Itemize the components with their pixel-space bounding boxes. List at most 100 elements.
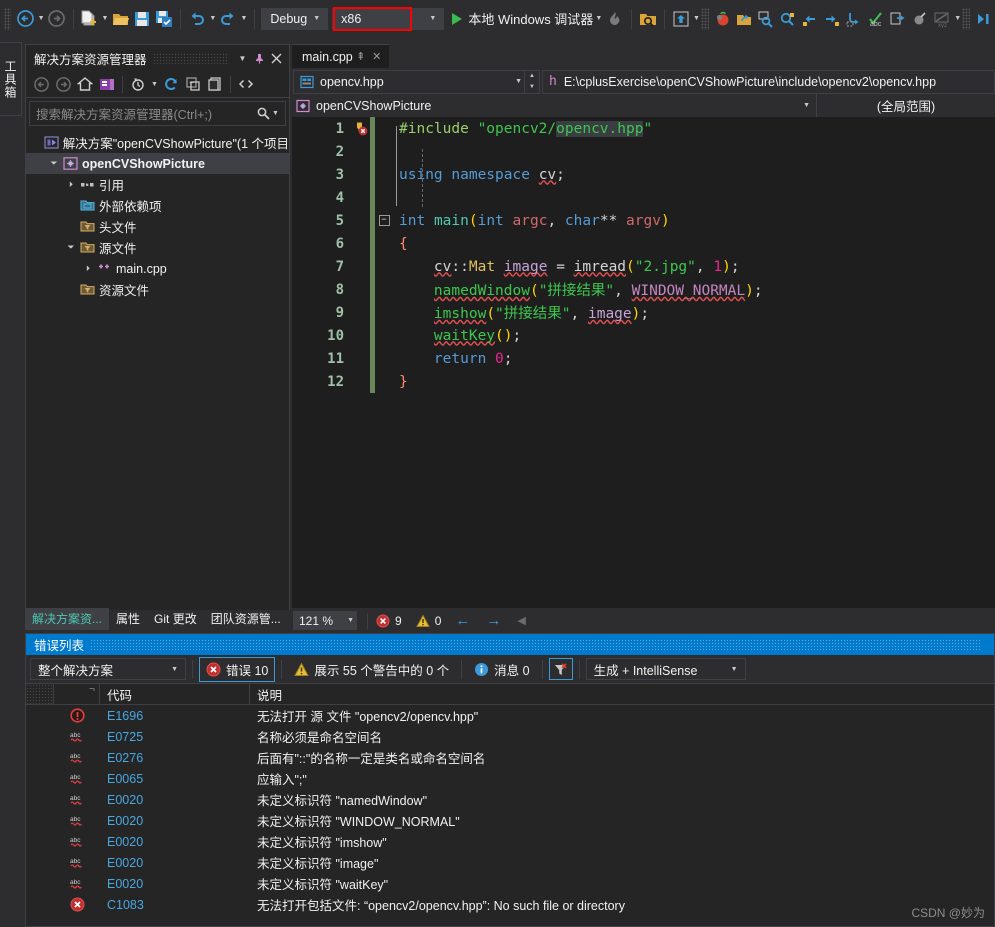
solution-panel-tab[interactable]: 属性 <box>109 608 147 630</box>
code-line[interactable]: 8 namedWindow("拼接结果", WINDOW_NORMAL); <box>292 278 995 301</box>
panel-menu-dropdown-icon[interactable]: ▼ <box>234 48 251 68</box>
show-all-files-icon[interactable] <box>96 73 118 95</box>
solution-explorer-search-input[interactable]: 搜索解决方案资源管理器(Ctrl+;) ▼ <box>29 101 286 126</box>
solution-platform-combo[interactable]: x86 ▼ <box>332 6 445 31</box>
messages-toggle-button[interactable]: 消息 0 <box>468 658 535 681</box>
expander-expand-icon[interactable]: ⏵ <box>64 174 78 195</box>
error-count-indicator[interactable]: 9 <box>376 614 402 628</box>
step-into-icon[interactable] <box>800 7 820 31</box>
close-icon[interactable] <box>268 48 285 68</box>
refresh-icon[interactable] <box>160 73 182 95</box>
code-line[interactable]: 11 return 0; <box>292 347 995 370</box>
previous-location-icon[interactable]: ← <box>455 612 470 629</box>
start-debugging-dropdown[interactable]: ▼ <box>593 7 604 31</box>
solution-panel-tab[interactable]: 解决方案资... <box>25 608 110 630</box>
step-over-icon[interactable] <box>822 7 842 31</box>
save-all-icon[interactable] <box>154 7 174 31</box>
spin-up-icon[interactable]: ▲ <box>525 71 539 82</box>
error-list-row[interactable]: abc E0020 未定义标识符 "waitKey" <box>26 873 994 894</box>
toolbar-grip[interactable] <box>701 7 709 30</box>
live-share-dropdown[interactable]: ▼ <box>692 7 701 31</box>
build-filter-combo[interactable]: 生成 + IntelliSense ▼ <box>585 658 746 680</box>
code-line[interactable]: 12} <box>292 370 995 393</box>
breakpoint-icon[interactable] <box>910 7 930 31</box>
undo-dropdown[interactable]: ▼ <box>208 7 217 31</box>
live-share-icon[interactable] <box>671 7 691 31</box>
home-icon[interactable] <box>74 73 96 95</box>
new-item-dropdown[interactable]: ▼ <box>100 7 109 31</box>
zoom-level-combo[interactable]: 121 % ▼ <box>293 611 357 630</box>
spin-down-icon[interactable]: ▼ <box>525 82 539 93</box>
forward-icon[interactable] <box>52 73 74 95</box>
code-line[interactable]: 9 imshow("拼接结果", image); <box>292 301 995 324</box>
expander-collapse-icon[interactable]: ⏷ <box>64 237 78 258</box>
error-list-row[interactable]: abc E0020 未定义标识符 "namedWindow" <box>26 789 994 810</box>
file-spinner[interactable]: ▲ ▼ <box>525 69 540 94</box>
pin-icon[interactable] <box>251 48 268 68</box>
solution-panel-tab[interactable]: 团队资源管... <box>204 608 288 630</box>
scope-filter-combo[interactable]: 整个解决方案 ▼ <box>30 658 186 680</box>
code-line[interactable]: 5 − int main(int argc, char** argv) <box>292 209 995 232</box>
header-description-column[interactable]: 说明 <box>250 684 994 705</box>
redo-icon[interactable] <box>218 7 238 31</box>
solution-tree-item[interactable]: 资源文件 <box>26 279 289 300</box>
code-line[interactable]: 4 <box>292 186 995 209</box>
start-debugging-button[interactable]: 本地 Windows 调试器 ▼ <box>452 7 604 31</box>
solution-panel-tab[interactable]: Git 更改 <box>147 608 204 630</box>
collapse-status-icon[interactable]: ◀ <box>517 614 525 627</box>
solution-tree-item[interactable]: 头文件 <box>26 216 289 237</box>
quick-search-icon[interactable] <box>778 7 798 31</box>
properties-icon[interactable] <box>204 73 226 95</box>
project-scope-combo[interactable]: openCVShowPicture ▼ <box>292 94 817 117</box>
pin-icon[interactable]: ⇞ <box>353 50 369 63</box>
expander-expand-icon[interactable]: ⏵ <box>81 258 95 279</box>
new-item-icon[interactable] <box>79 7 99 31</box>
clear-filter-button[interactable] <box>548 658 573 680</box>
hot-reload-icon[interactable] <box>605 7 625 31</box>
code-line[interactable]: 10 waitKey(); <box>292 324 995 347</box>
navigate-forward-icon[interactable] <box>47 7 67 31</box>
code-line[interactable]: 6{ <box>292 232 995 255</box>
toolbar-overflow-dropdown[interactable]: ▼ <box>953 7 962 31</box>
warnings-toggle-button[interactable]: 展示 55 个警告中的 0 个 <box>288 658 455 681</box>
error-bulb-icon[interactable] <box>350 117 370 140</box>
solution-configuration-combo[interactable]: Debug ▼ <box>261 7 329 30</box>
errors-toggle-button[interactable]: 错误 10 <box>199 656 276 682</box>
solution-tree-item[interactable]: ⏷ 源文件 <box>26 237 289 258</box>
header-code-column[interactable]: 代码 <box>100 683 250 705</box>
toolbox-vertical-tab[interactable]: 工具箱 <box>0 42 22 116</box>
navigate-backward-dropdown[interactable]: ▼ <box>36 7 45 31</box>
toolbar-grip[interactable] <box>4 7 12 30</box>
header-icon-column[interactable] <box>54 683 100 705</box>
error-list-row[interactable]: E1696 无法打开 源 文件 "opencv2/opencv.hpp" <box>26 705 994 726</box>
code-text-area[interactable]: 1 #include "opencv2/opencv.hpp" 2 3 using na… <box>292 117 995 608</box>
code-line[interactable]: 1 #include "opencv2/opencv.hpp" <box>292 117 995 140</box>
error-list-row[interactable]: abc E0065 应输入";" <box>26 768 994 789</box>
open-file-icon[interactable] <box>111 7 131 31</box>
code-line[interactable]: 3 using namespace cv; <box>292 163 995 186</box>
toolbar-grip[interactable] <box>962 7 970 30</box>
external-window-icon[interactable] <box>888 7 908 31</box>
close-icon[interactable]: ✕ <box>369 50 385 63</box>
redo-dropdown[interactable]: ▼ <box>239 7 248 31</box>
code-line[interactable]: 7 cv::Mat image = imread("2.jpg", 1); <box>292 255 995 278</box>
step-out-folder-icon[interactable] <box>734 7 754 31</box>
next-location-icon[interactable]: → <box>486 612 501 629</box>
find-in-files-icon[interactable] <box>638 7 658 31</box>
warning-count-indicator[interactable]: 0 <box>415 614 441 628</box>
next-statement-icon[interactable] <box>974 7 994 31</box>
collapse-all-icon[interactable] <box>182 73 204 95</box>
solution-tree-item[interactable]: ⏵ 引用 <box>26 174 289 195</box>
save-icon[interactable] <box>133 7 153 31</box>
code-line[interactable]: 2 <box>292 140 995 163</box>
disassembly-icon[interactable]: xyz <box>932 7 952 31</box>
back-icon[interactable] <box>30 73 52 95</box>
spell-check-abc-icon[interactable]: abc <box>866 7 886 31</box>
error-list-row[interactable]: abc E0020 未定义标识符 "image" <box>26 852 994 873</box>
code-view-icon[interactable] <box>235 73 257 95</box>
error-list-row[interactable]: abc E0725 名称必须是命名空间名 <box>26 726 994 747</box>
search-icon[interactable] <box>257 107 270 120</box>
search-window-icon[interactable] <box>756 7 776 31</box>
search-options-dropdown[interactable]: ▼ <box>270 102 281 126</box>
pending-changes-icon[interactable] <box>127 73 149 95</box>
